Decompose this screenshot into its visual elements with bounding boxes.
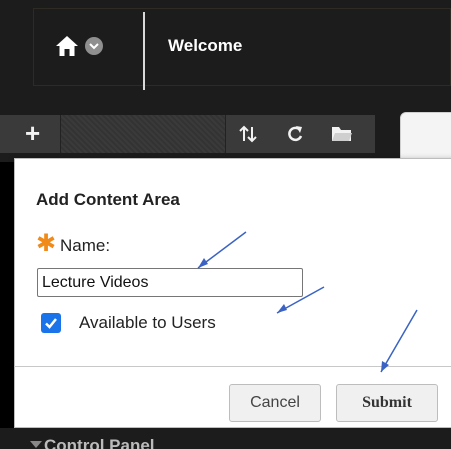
refresh-icon[interactable]: [286, 124, 304, 149]
home-icon[interactable]: [55, 35, 79, 57]
reorder-icon[interactable]: [238, 124, 258, 149]
dialog-divider: [14, 366, 451, 367]
available-checkbox[interactable]: [41, 313, 61, 333]
submit-button[interactable]: Submit: [336, 384, 438, 422]
name-label: Name:: [60, 236, 111, 255]
toolbar-texture: [60, 115, 225, 153]
toolbar-separator: [225, 115, 226, 153]
toolbar-separator: [60, 115, 61, 153]
add-icon[interactable]: +: [25, 118, 40, 149]
collapse-arrow-icon[interactable]: [30, 441, 42, 448]
available-label[interactable]: Available to Users: [79, 313, 216, 333]
control-panel-label[interactable]: Control Panel: [44, 436, 155, 449]
content-panel-tab: [400, 112, 451, 160]
dialog-title: Add Content Area: [36, 190, 180, 209]
header-divider: [143, 12, 145, 90]
folder-icon[interactable]: [331, 124, 353, 149]
home-menu-icon[interactable]: [85, 37, 103, 55]
required-icon: ✱: [36, 230, 57, 257]
name-input[interactable]: [37, 268, 303, 297]
cancel-button[interactable]: Cancel: [229, 384, 321, 422]
page-title[interactable]: Welcome: [168, 36, 242, 56]
